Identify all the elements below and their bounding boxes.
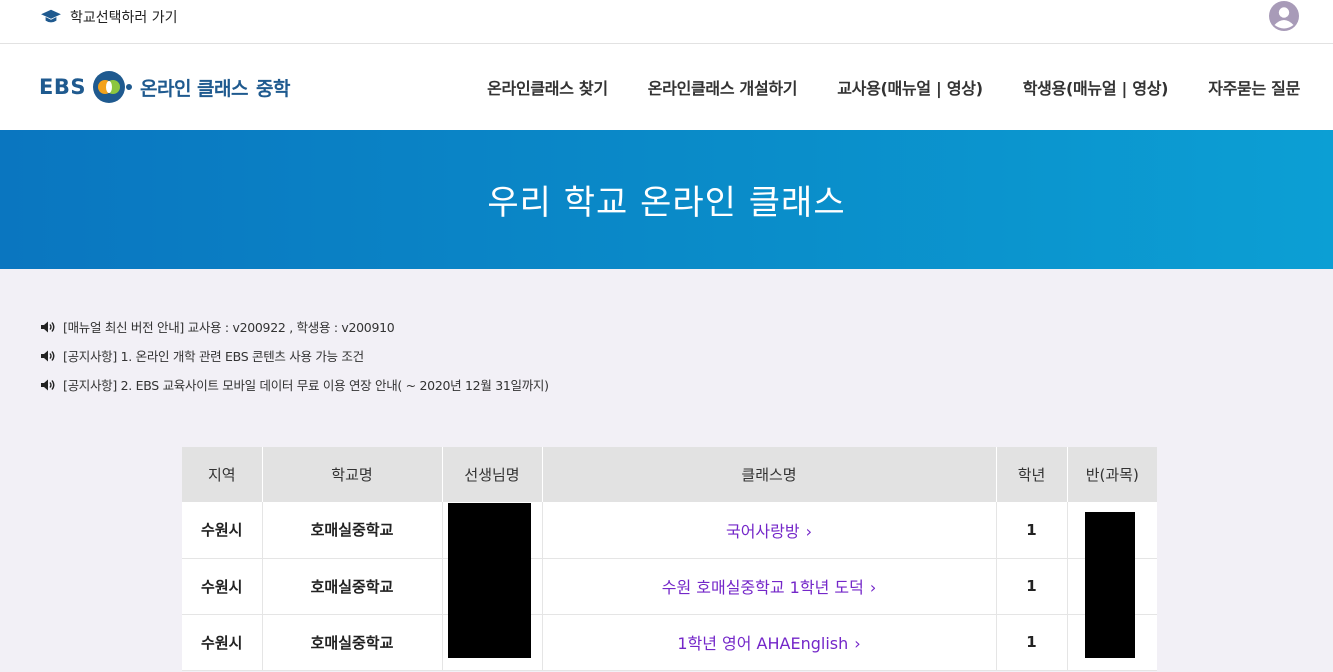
cell-region: 수원시 [182,502,263,559]
logo-level-text: 중학 [255,77,290,100]
notice-item[interactable]: [공지사항] 1. 온라인 개학 관련 EBS 콘텐츠 사용 가능 조건 [40,341,549,370]
cell-school: 호매실중학교 [262,502,443,559]
notice-item[interactable]: [공지사항] 2. EBS 교육사이트 모바일 데이터 무료 이용 연장 안내(… [40,370,549,399]
cell-region: 수원시 [182,614,263,671]
main-nav: 온라인클래스 찾기 온라인클래스 개설하기 교사용(매뉴얼 | 영상) 학생용(… [487,75,1300,99]
class-table: 지역 학교명 선생님명 클래스명 학년 반(과목) 수원시 호매실중학교 국어사… [182,447,1157,671]
class-link-label: 수원 호매실중학교 1학년 도덕 [661,578,864,597]
chevron-right-icon: › [805,521,812,541]
notice-text: [공지사항] 2. EBS 교육사이트 모바일 데이터 무료 이용 연장 안내(… [63,378,549,393]
header-grade: 학년 [996,447,1068,502]
table-row: 수원시 호매실중학교 국어사랑방 › 1 [182,502,1157,559]
page-title: 우리 학교 온라인 클래스 [487,183,846,223]
header-school: 학교명 [262,447,443,502]
logo-title: 온라인 클래스 중학 [140,74,290,101]
notice-text: [매뉴얼 최신 버전 안내] 교사용 : v200922 , 학생용 : v20… [63,320,395,335]
nav-faq[interactable]: 자주묻는 질문 [1208,75,1300,99]
nav-teacher-manual[interactable]: 교사용(매뉴얼 | 영상) [837,75,983,99]
table-row: 수원시 호매실중학교 수원 호매실중학교 1학년 도덕 › 1 [182,558,1157,615]
header-teacher: 선생님명 [442,447,543,502]
class-table-container: 지역 학교명 선생님명 클래스명 학년 반(과목) 수원시 호매실중학교 국어사… [182,447,1157,671]
chevron-right-icon: › [854,634,861,653]
notice-item[interactable]: [매뉴얼 최신 버전 안내] 교사용 : v200922 , 학생용 : v20… [40,312,549,341]
cell-class-name: 국어사랑방 › [542,502,997,559]
cell-class-name: 1학년 영어 AHAEnglish › [542,614,997,671]
logo-mark-icon [92,69,132,105]
cell-grade: 1 [996,558,1068,615]
notice-text: [공지사항] 1. 온라인 개학 관련 EBS 콘텐츠 사용 가능 조건 [63,349,364,364]
site-header: EBS 온라인 클래스 중학 온라인클래스 찾기 온라인클래스 개설하기 교사용(… [0,44,1333,130]
redaction-block-section [1085,512,1135,658]
class-link-label: 1학년 영어 AHAEnglish [677,634,849,653]
top-bar: 학교선택하러 가기 [0,0,1333,44]
cell-school: 호매실중학교 [262,614,443,671]
speaker-icon [41,321,55,332]
cell-grade: 1 [996,614,1068,671]
cell-region: 수원시 [182,558,263,615]
user-avatar-icon[interactable] [1269,1,1299,31]
redaction-block-teacher [448,503,531,658]
logo-ebs-text: EBS [39,75,86,99]
notice-list: [매뉴얼 최신 버전 안내] 교사용 : v200922 , 학생용 : v20… [40,312,549,399]
class-link[interactable]: 수원 호매실중학교 1학년 도덕 › [662,578,876,597]
cell-class-name: 수원 호매실중학교 1학년 도덕 › [542,558,997,615]
cell-grade: 1 [996,502,1068,559]
nav-student-manual[interactable]: 학생용(매뉴얼 | 영상) [1023,75,1169,99]
header-class-name: 클래스명 [542,447,997,502]
logo-title-text: 온라인 클래스 [139,77,249,100]
ebs-logo[interactable]: EBS 온라인 클래스 중학 [39,69,290,105]
speaker-icon [41,350,55,361]
page-banner: 우리 학교 온라인 클래스 [0,130,1333,269]
header-section: 반(과목) [1067,447,1157,502]
cell-school: 호매실중학교 [262,558,443,615]
table-header-row: 지역 학교명 선생님명 클래스명 학년 반(과목) [182,447,1157,502]
nav-open-class[interactable]: 온라인클래스 개설하기 [648,75,798,99]
table-row: 수원시 호매실중학교 1학년 영어 AHAEnglish › 1 [182,614,1157,671]
chevron-right-icon: › [869,578,877,597]
school-select-label: 학교선택하러 가기 [70,10,178,26]
class-link-label: 국어사랑방 [725,521,800,541]
speaker-icon [41,379,55,390]
school-select-link[interactable]: 학교선택하러 가기 [40,7,178,27]
class-link[interactable]: 1학년 영어 AHAEnglish › [677,634,860,653]
graduation-cap-icon [41,9,61,23]
nav-find-class[interactable]: 온라인클래스 찾기 [487,75,608,99]
header-region: 지역 [182,447,263,502]
class-link[interactable]: 국어사랑방 › [726,522,812,541]
